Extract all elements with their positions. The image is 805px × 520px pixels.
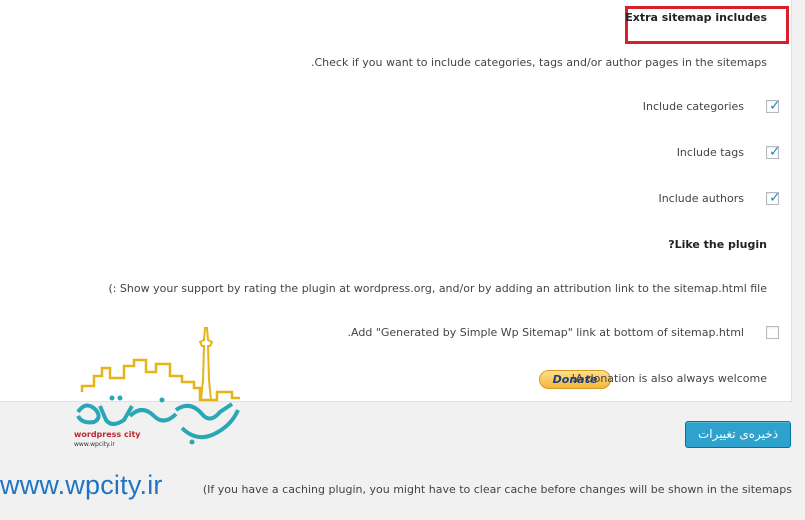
attribution-link-checkbox[interactable]	[766, 326, 779, 339]
include-categories-checkbox[interactable]: ✓	[766, 98, 781, 114]
support-text: (: Show your support by rating the plugi…	[108, 282, 767, 295]
include-categories-label: Include categories	[642, 100, 744, 113]
includes-description: .Check if you want to include categories…	[311, 56, 767, 69]
cache-notice: (If you have a caching plugin, you might…	[202, 483, 792, 496]
include-authors-label: Include authors	[658, 192, 744, 205]
like-plugin-heading: ?Like the plugin	[668, 238, 767, 251]
logo-caption: wordpress city	[74, 430, 141, 439]
checkmark-icon: ✓	[769, 98, 781, 114]
section-heading-extra-includes: Extra sitemap includes	[625, 11, 767, 24]
watermark-url: www.wpcity.ir	[0, 470, 163, 500]
donation-text: !A donation is also always welcome	[571, 372, 767, 385]
include-tags-label: Include tags	[676, 146, 744, 159]
include-authors-checkbox[interactable]: ✓	[766, 190, 781, 206]
logo-subcaption: www.wpcity.ir	[74, 441, 115, 448]
checkmark-icon: ✓	[769, 144, 781, 160]
checkmark-icon: ✓	[769, 190, 781, 206]
save-changes-button[interactable]: ذخیره‌ی تغییرات	[685, 421, 791, 448]
attribution-link-label: .Add "Generated by Simple Wp Sitemap" li…	[347, 326, 744, 339]
include-tags-checkbox[interactable]: ✓	[766, 144, 781, 160]
